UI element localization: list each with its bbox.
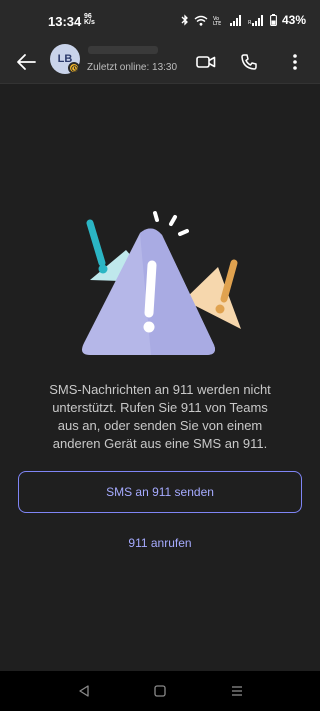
battery-percentage: 43% xyxy=(281,13,306,27)
more-options-icon xyxy=(293,54,297,70)
video-call-button[interactable] xyxy=(192,48,220,76)
status-time: 13:34 xyxy=(48,14,82,29)
wifi-icon xyxy=(194,15,208,26)
presence-away-icon xyxy=(68,62,80,74)
screen: 13:34 96 K/s Vo LTE R 43% LB Zuletzt onl… xyxy=(0,0,320,711)
home-square-icon xyxy=(154,685,166,697)
bluetooth-icon xyxy=(181,14,188,26)
volte-icon: Vo LTE xyxy=(213,16,221,26)
unsupported-sms-message: SMS-Nachrichten an 911 werden nicht unte… xyxy=(49,382,271,451)
signal-icon xyxy=(229,14,241,26)
nav-recents-button[interactable] xyxy=(228,683,246,699)
battery-icon xyxy=(270,14,277,26)
status-bar: 13:34 96 K/s Vo LTE R 43% xyxy=(0,0,320,40)
call-911-link[interactable]: 911 anrufen xyxy=(90,536,230,556)
system-navigation-bar xyxy=(0,671,320,711)
recents-menu-icon xyxy=(232,686,242,696)
contact-name-redacted[interactable] xyxy=(88,46,158,54)
video-call-icon xyxy=(196,56,216,68)
send-sms-911-button[interactable]: SMS an 911 senden xyxy=(18,471,302,513)
svg-text:LTE: LTE xyxy=(213,21,221,26)
warning-illustration xyxy=(82,211,241,355)
chat-header: LB Zuletzt online: 13:30 xyxy=(0,40,320,84)
more-options-button[interactable] xyxy=(281,48,309,76)
back-button[interactable] xyxy=(12,48,40,76)
phone-call-icon xyxy=(241,54,257,70)
signal-icon-2: R xyxy=(248,14,263,26)
phone-call-button[interactable] xyxy=(235,48,263,76)
back-triangle-icon xyxy=(79,685,89,697)
svg-text:R: R xyxy=(248,20,252,26)
last-online-status: Zuletzt online: 13:30 xyxy=(87,62,178,73)
back-arrow-icon xyxy=(17,54,36,70)
nav-back-button[interactable] xyxy=(75,683,93,699)
status-icons: Vo LTE R 43% xyxy=(181,12,306,28)
network-speed: 96 K/s xyxy=(84,13,95,26)
nav-home-button[interactable] xyxy=(151,683,169,699)
